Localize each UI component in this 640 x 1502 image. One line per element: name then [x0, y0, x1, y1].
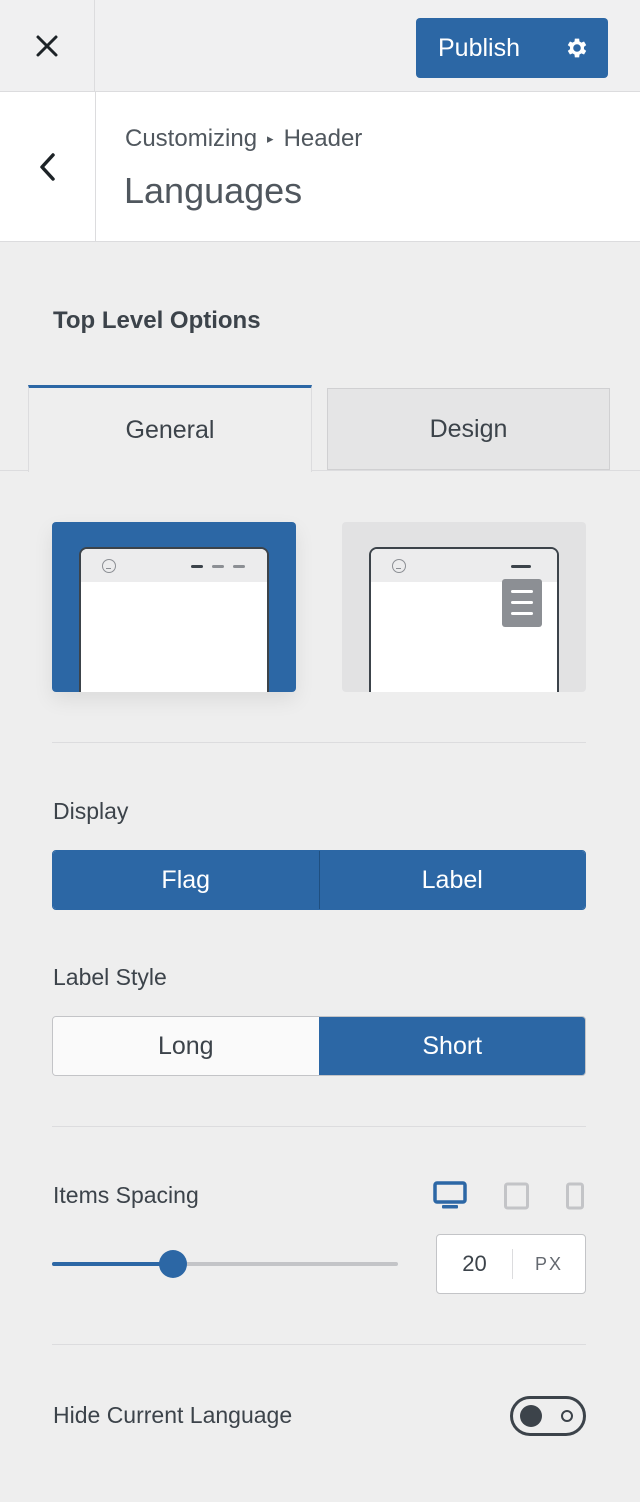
wordpress-logo-icon: [102, 559, 116, 573]
divider: [52, 1344, 586, 1345]
display-label: Display: [53, 798, 129, 824]
mobile-preview: [369, 547, 559, 692]
publish-button[interactable]: Publish: [416, 18, 546, 78]
tab-general[interactable]: General: [28, 385, 312, 472]
page-title: Languages: [124, 170, 303, 211]
slider-thumb[interactable]: [159, 1250, 188, 1278]
publish-group: Publish: [416, 18, 608, 78]
layout-option-mobile[interactable]: [342, 522, 586, 692]
publish-settings-button[interactable]: [546, 18, 608, 78]
mobile-icon[interactable]: [565, 1181, 587, 1211]
label-style-label: Label Style: [53, 964, 167, 990]
close-icon: [36, 35, 58, 56]
hide-current-language-toggle[interactable]: [510, 1396, 586, 1436]
label-style-long-button[interactable]: Long: [53, 1017, 319, 1075]
label-style-segmented-control: Long Short: [52, 1016, 586, 1076]
desktop-icon[interactable]: [433, 1180, 469, 1212]
section-header: Customizing ▸ Header Languages: [0, 92, 640, 242]
desktop-preview: [79, 547, 269, 692]
back-button[interactable]: [0, 92, 96, 241]
breadcrumb: Customizing ▸ Header: [125, 125, 362, 153]
close-button[interactable]: [0, 0, 95, 91]
wordpress-logo-icon: [392, 559, 406, 573]
options-title: Top Level Options: [53, 307, 261, 334]
display-label-button[interactable]: Label: [318, 851, 585, 909]
layout-option-desktop[interactable]: [52, 522, 296, 692]
items-spacing-input-group: PX: [436, 1234, 586, 1294]
divider: [52, 742, 586, 743]
label-style-short-button[interactable]: Short: [318, 1017, 585, 1075]
breadcrumb-current: Header: [283, 125, 363, 152]
customizer-topbar: Publish: [0, 0, 640, 92]
divider: [52, 1126, 586, 1127]
display-flag-button[interactable]: Flag: [53, 851, 319, 909]
tablet-icon[interactable]: [503, 1181, 531, 1211]
slider-fill: [52, 1262, 174, 1266]
chevron-left-icon: [39, 152, 55, 181]
items-spacing-label: Items Spacing: [53, 1182, 199, 1208]
hamburger-menu-icon: [502, 579, 542, 627]
hide-current-language-label: Hide Current Language: [53, 1402, 293, 1428]
unit-label: PX: [534, 1253, 563, 1274]
items-spacing-slider[interactable]: [52, 1250, 398, 1278]
tab-design[interactable]: Design: [327, 388, 610, 470]
display-segmented-control: Flag Label: [52, 850, 586, 910]
items-spacing-input[interactable]: [437, 1251, 512, 1277]
breadcrumb-separator: ▸: [267, 131, 274, 146]
breadcrumb-root: Customizing: [125, 125, 258, 152]
gear-icon: [567, 38, 587, 58]
